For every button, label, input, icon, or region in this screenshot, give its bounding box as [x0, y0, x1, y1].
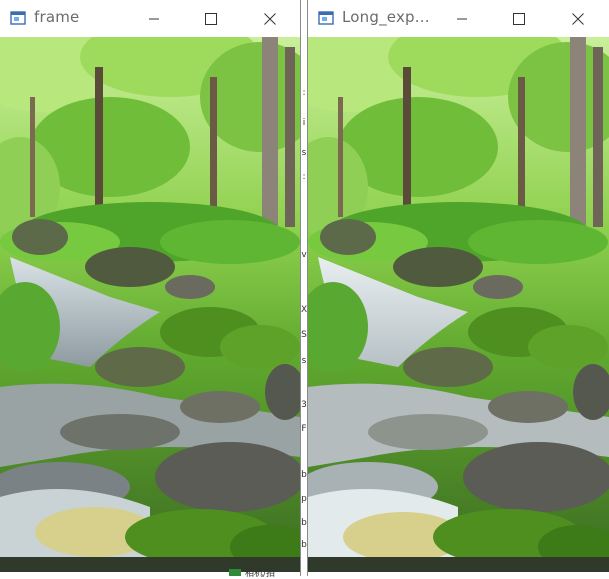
close-icon [572, 12, 584, 25]
maximize-button[interactable] [496, 0, 542, 37]
app-window-icon [10, 11, 26, 25]
maximize-icon [513, 12, 525, 25]
minimize-button[interactable] [439, 0, 485, 37]
frame-image [0, 37, 300, 572]
forest-stream-image [308, 37, 609, 572]
close-icon [264, 12, 276, 25]
maximize-button[interactable] [188, 0, 234, 37]
minimize-icon [457, 18, 467, 19]
minimize-icon [149, 18, 159, 19]
app-window-icon [318, 11, 334, 25]
title-bar[interactable]: frame [0, 0, 300, 37]
long-exposure-window[interactable]: Long_exp... [307, 0, 609, 576]
close-button[interactable] [555, 0, 601, 37]
title-bar[interactable]: Long_exp... [308, 0, 609, 37]
taskbar-label: 相机/拍 [245, 569, 276, 579]
window-title: frame [34, 8, 80, 26]
minimize-button[interactable] [131, 0, 177, 37]
window-title: Long_exp... [342, 8, 430, 26]
maximize-icon [205, 12, 217, 25]
long-exposure-image [308, 37, 609, 572]
frame-window[interactable]: frame [0, 0, 301, 576]
close-button[interactable] [247, 0, 293, 37]
taskbar-icon[interactable] [229, 569, 241, 576]
forest-stream-image [0, 37, 300, 572]
